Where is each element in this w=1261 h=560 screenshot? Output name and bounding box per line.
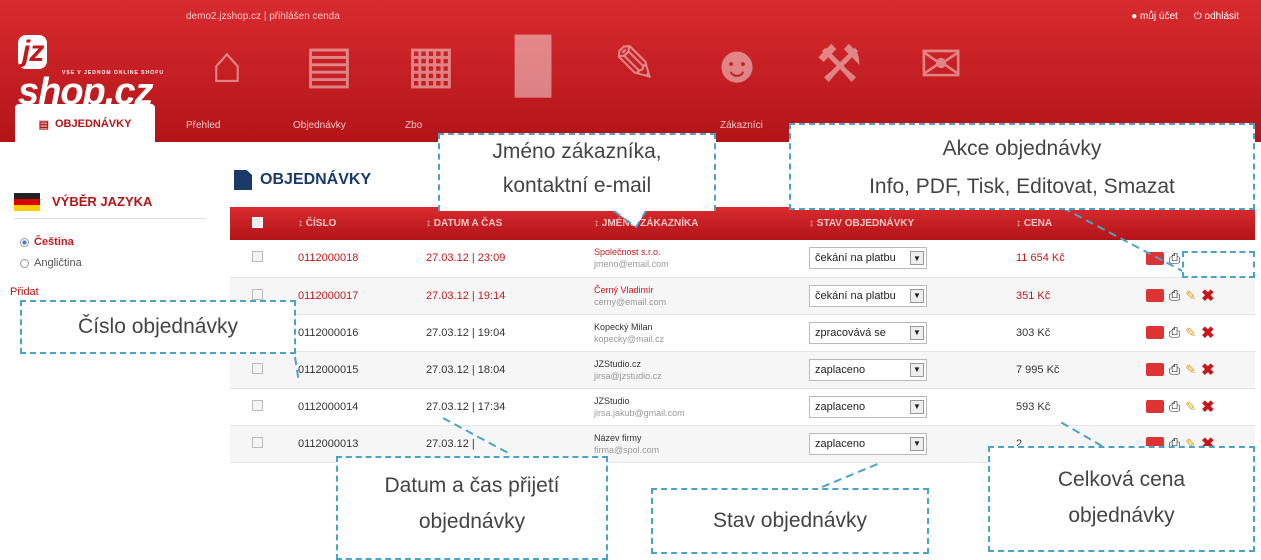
callout-date: Datum a čas přijetí objednávky	[336, 456, 608, 560]
callout-actions: Akce objednávky Info, PDF, Tisk, Editova…	[789, 123, 1255, 210]
callout-actions-box	[1182, 251, 1255, 278]
callout-status: Stav objednávky	[651, 488, 929, 554]
callout-price: Celková cena objednávky	[988, 446, 1255, 552]
callout-number: Číslo objednávky	[20, 300, 296, 354]
